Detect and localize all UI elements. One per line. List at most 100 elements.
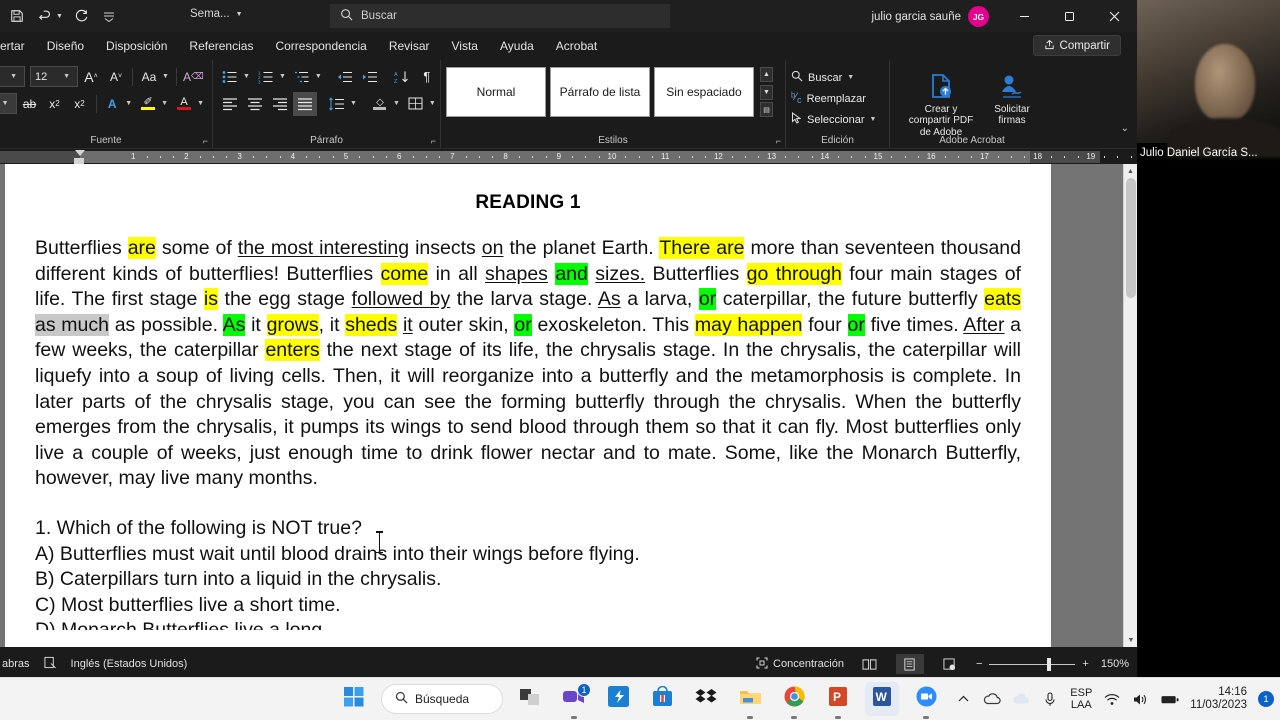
collapse-ribbon-icon[interactable]: ⌄ xyxy=(1121,123,1129,134)
teams-button[interactable]: 1 xyxy=(557,682,591,716)
minimize-button[interactable] xyxy=(1002,0,1047,32)
clock[interactable]: 14:16 11/03/2023 xyxy=(1190,686,1247,712)
battery-icon[interactable] xyxy=(1161,688,1179,710)
multilevel-list-icon[interactable] xyxy=(290,65,314,89)
start-button[interactable] xyxy=(337,682,371,716)
zoom-thumb[interactable] xyxy=(1047,657,1052,671)
change-case-icon[interactable]: Aa xyxy=(137,65,161,89)
share-button[interactable]: Compartir xyxy=(1032,35,1121,56)
font-color-dropdown-icon[interactable]: ▼ xyxy=(197,100,207,107)
wifi-icon[interactable] xyxy=(1103,688,1121,710)
tab-acrobat[interactable]: Acrobat xyxy=(545,35,608,57)
select-dropdown-icon[interactable]: ▼ xyxy=(869,116,879,123)
scroll-up-icon[interactable]: ▲ xyxy=(1124,164,1137,178)
shading-icon[interactable]: ◇ xyxy=(368,92,392,116)
clear-formatting-icon[interactable]: A ⌫ xyxy=(181,65,206,89)
tray-overflow-icon[interactable] xyxy=(954,688,972,710)
sort-icon[interactable]: AZ xyxy=(390,65,414,89)
bullet-list-dropdown-icon[interactable]: ▼ xyxy=(243,73,253,80)
styles-scroll-down-icon[interactable]: ▼ xyxy=(760,84,773,100)
zoom-out-button[interactable]: − xyxy=(976,658,982,670)
tab-vista[interactable]: Vista xyxy=(441,35,489,57)
justify-icon[interactable] xyxy=(293,91,317,116)
avatar[interactable]: JG xyxy=(968,6,989,27)
zoom-level[interactable]: 150% xyxy=(1101,658,1129,670)
questions-block[interactable]: 1. Which of the following is NOT true? A)… xyxy=(35,516,1021,630)
change-case-dropdown-icon[interactable]: ▼ xyxy=(162,73,172,80)
tab-insertar[interactable]: sertar xyxy=(0,35,36,57)
notification-badge[interactable]: 1 xyxy=(1258,691,1274,707)
style-normal[interactable]: Normal xyxy=(446,67,546,117)
volume-icon[interactable] xyxy=(1132,688,1150,710)
close-button[interactable] xyxy=(1092,0,1137,32)
bullet-list-icon[interactable] xyxy=(218,65,242,89)
shading-dropdown-icon[interactable]: ▼ xyxy=(393,100,403,107)
replace-button[interactable]: ᵇ⁄c Reemplazar xyxy=(791,88,884,109)
zoom-slider[interactable]: − + xyxy=(976,657,1089,671)
borders-dropdown-icon[interactable]: ▼ xyxy=(429,100,439,107)
sharepoint-button[interactable] xyxy=(601,682,635,716)
print-layout-button[interactable] xyxy=(895,654,924,674)
multilevel-dropdown-icon[interactable]: ▼ xyxy=(315,73,325,80)
chrome-button[interactable] xyxy=(777,682,811,716)
save-icon[interactable] xyxy=(4,4,30,28)
line-spacing-dropdown-icon[interactable]: ▼ xyxy=(350,100,360,107)
bold-italic-underline-group[interactable]: ⊻▼ xyxy=(0,93,17,114)
chevron-down-icon[interactable]: ▼ xyxy=(236,11,243,18)
read-mode-button[interactable] xyxy=(856,654,884,674)
horizontal-ruler[interactable]: 1 2 3 4 5 6 7 8 9 10 11 12 13 14 15 16 17 18 19 xyxy=(0,148,1137,164)
numbered-list-dropdown-icon[interactable]: ▼ xyxy=(279,73,289,80)
style-sin-espaciado[interactable]: Sin espaciado xyxy=(654,67,754,117)
scrollbar-thumb[interactable] xyxy=(1126,178,1136,298)
customize-qat-icon[interactable] xyxy=(96,4,122,28)
parrafo-dialog-launcher-icon[interactable]: ⌐ xyxy=(431,136,436,146)
tab-revisar[interactable]: Revisar xyxy=(378,35,441,57)
tab-referencias[interactable]: Referencias xyxy=(178,35,264,57)
reading-paragraph[interactable]: Butterflies are some of the most interes… xyxy=(35,236,1021,492)
document-page[interactable]: READING 1 Butterflies are some of the mo… xyxy=(5,164,1051,647)
redo-icon[interactable] xyxy=(68,4,94,28)
styles-scroll-up-icon[interactable]: ▲ xyxy=(760,67,773,82)
create-share-pdf-button[interactable]: Crear y compartir PDF de Adobe xyxy=(904,69,978,138)
focus-mode-button[interactable]: Concentración xyxy=(756,657,844,672)
proofing-icon[interactable] xyxy=(43,656,57,672)
zoom-button[interactable] xyxy=(909,682,943,716)
font-family-combo[interactable]: ▼ xyxy=(0,66,25,87)
fuente-dialog-launcher-icon[interactable]: ⌐ xyxy=(203,136,208,146)
tab-disposicion[interactable]: Disposición xyxy=(95,35,178,57)
highlight-color-icon[interactable]: ✐ xyxy=(136,92,160,116)
search-input[interactable]: Buscar xyxy=(330,4,670,28)
find-dropdown-icon[interactable]: ▼ xyxy=(847,74,857,81)
text-effects-dropdown-icon[interactable]: ▼ xyxy=(125,100,135,107)
request-signatures-button[interactable]: Solicitar firmas xyxy=(984,69,1040,138)
font-size-combo[interactable]: 12 ▼ xyxy=(30,66,78,87)
web-layout-button[interactable] xyxy=(936,654,964,674)
shrink-font-icon[interactable]: A ˅ xyxy=(104,65,128,89)
word-button[interactable]: W xyxy=(865,682,899,716)
first-line-indent-marker[interactable] xyxy=(75,150,85,156)
style-parrafo-de-lista[interactable]: Párrafo de lista xyxy=(550,67,650,117)
undo-dropdown-icon[interactable]: ▼ xyxy=(56,13,66,20)
decrease-indent-icon[interactable] xyxy=(333,65,357,89)
microsoft-store-button[interactable] xyxy=(645,682,679,716)
font-color-icon[interactable]: A xyxy=(172,92,196,116)
align-left-icon[interactable] xyxy=(218,92,242,116)
language-indicator[interactable]: ESP LAA xyxy=(1070,687,1092,711)
line-spacing-icon[interactable] xyxy=(325,92,349,116)
account-area[interactable]: julio garcia sauñe JG xyxy=(871,6,989,27)
maximize-restore-button[interactable] xyxy=(1047,0,1092,32)
onedrive-personal-icon[interactable] xyxy=(1012,688,1030,710)
find-button[interactable]: Buscar ▼ xyxy=(791,67,884,88)
dropbox-button[interactable] xyxy=(689,682,723,716)
vertical-scrollbar[interactable]: ▲ ▼ xyxy=(1123,164,1137,647)
increase-indent-icon[interactable] xyxy=(358,65,382,89)
language-status[interactable]: Inglés (Estados Unidos) xyxy=(71,658,188,670)
file-explorer-button[interactable] xyxy=(733,682,767,716)
document-title[interactable]: Sema... ▼ xyxy=(190,8,243,20)
numbered-list-icon[interactable]: 123 xyxy=(254,65,278,89)
strikethrough-icon[interactable]: ab xyxy=(18,92,42,116)
borders-icon[interactable] xyxy=(404,92,428,116)
select-button[interactable]: Seleccionar ▼ xyxy=(791,109,884,130)
superscript-icon[interactable]: x2 xyxy=(68,92,92,116)
word-count[interactable]: abras xyxy=(2,658,30,670)
